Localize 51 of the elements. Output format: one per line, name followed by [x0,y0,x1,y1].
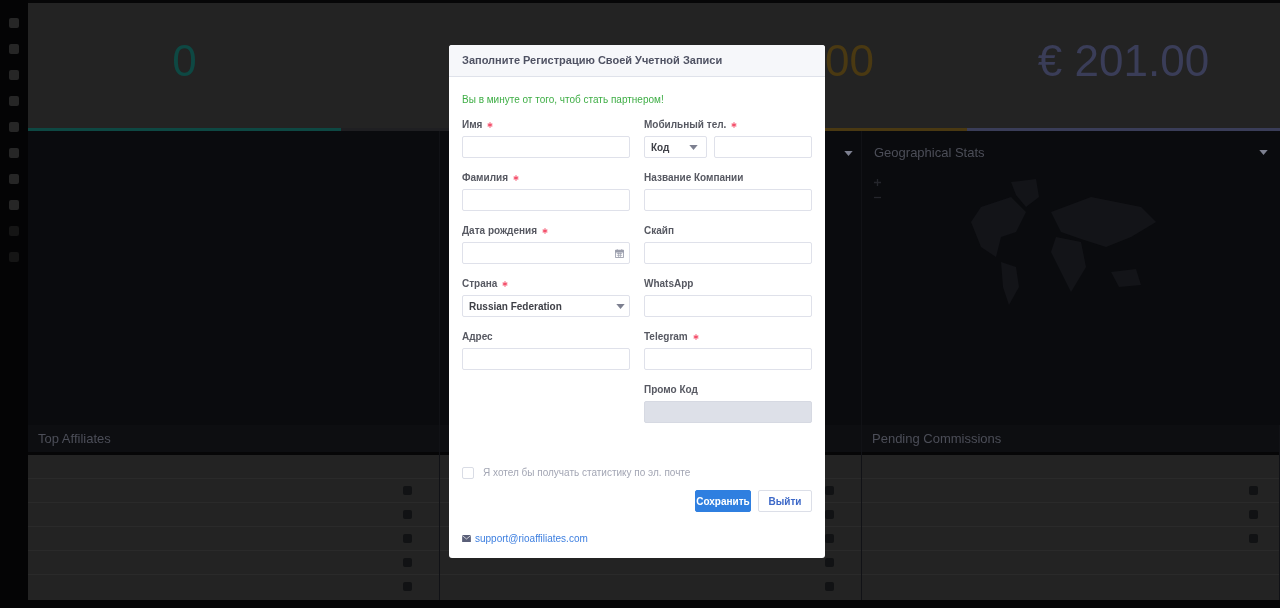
country-select[interactable]: Russian Federation [462,295,630,317]
date-field[interactable] [462,242,630,264]
field-label: Промо Код [644,384,698,396]
nav-icon[interactable] [9,96,19,106]
square-icon[interactable] [825,558,834,567]
field-label: Telegram [644,331,688,343]
save-button[interactable]: Сохранить [695,490,751,512]
checkbox[interactable] [462,466,474,479]
nav-icon[interactable] [9,18,19,28]
text-field[interactable] [462,348,630,370]
text-field[interactable] [644,189,812,211]
panel-title: Geographical Stats [874,144,985,162]
nav-icon[interactable] [9,44,19,54]
square-icon[interactable] [825,510,834,519]
envelope-icon [462,535,471,542]
field-label: Скайп [644,225,674,237]
text-field[interactable] [462,189,630,211]
caret-icon [844,151,853,156]
exit-button[interactable]: Выйти [758,490,812,512]
text-field[interactable] [644,295,812,317]
panel-title: Top Affiliates [38,429,111,448]
code-select[interactable]: Код [644,136,707,158]
nav-icon[interactable] [9,148,19,158]
field-label: Дата рождения [462,225,538,237]
panel-title: Pending Commissions [872,429,1002,448]
square-icon[interactable] [825,534,834,543]
phone-field[interactable] [714,136,812,158]
field-label: WhatsApp [644,278,694,290]
field-label: Фамилия [462,172,508,184]
zoom-in-icon[interactable] [874,178,881,186]
field-label: Страна [462,278,498,290]
caret-icon [616,303,625,309]
caret-icon [1259,150,1268,156]
nav-icon[interactable] [9,200,19,210]
text-field[interactable] [644,348,812,370]
support-email-link[interactable]: support@rioaffiliates.com [475,531,588,546]
modal-title: Заполните Регистрацию Своей Учетной Записи [462,53,723,69]
field-label: Название Компании [644,172,744,184]
nav-icon[interactable] [9,70,19,80]
nav-icon[interactable] [9,174,19,184]
field-label: Имя [462,119,483,131]
intro-text: Вы в минуте от того, чтоб стать партнером! [462,94,665,106]
text-field[interactable] [462,136,630,158]
text-field[interactable] [644,242,812,264]
field-label: Адрес [462,331,493,343]
field-label: Мобильный тел. [644,119,727,131]
checkbox-label: Я хотел бы получать статистику по эл. почте [483,466,691,480]
calendar-icon [615,248,624,258]
nav-icon[interactable] [9,122,19,132]
caret-icon [689,144,698,150]
square-icon[interactable] [825,486,834,495]
